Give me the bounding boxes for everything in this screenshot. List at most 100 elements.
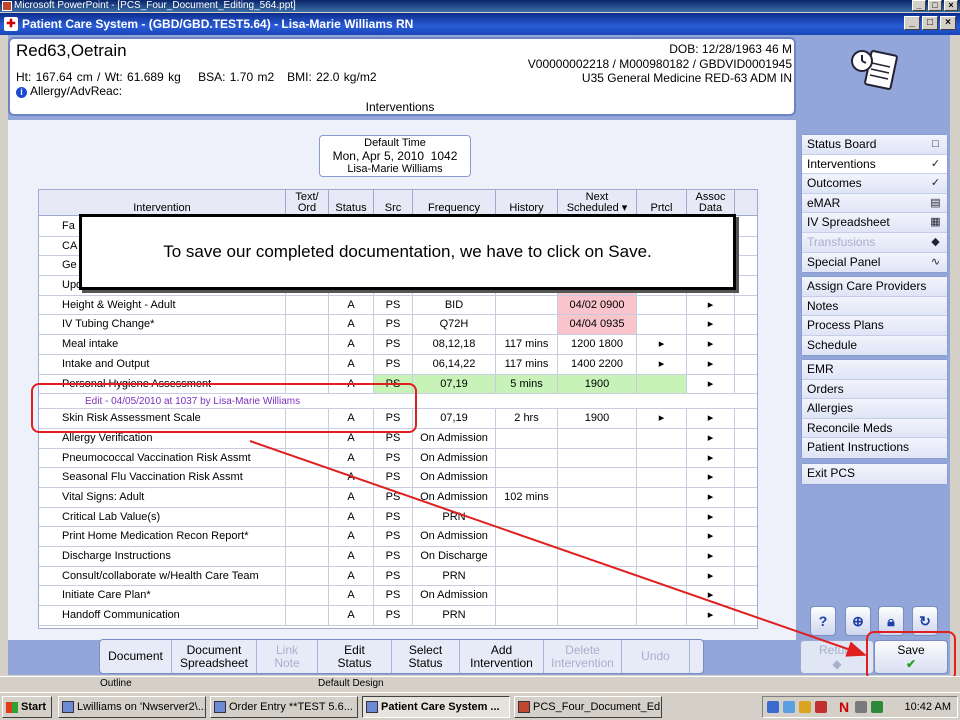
nav-transfusions[interactable]: Transfusions ◆ <box>802 232 947 253</box>
nav-iv-spreadsheet[interactable]: IV Spreadsheet ▦ <box>802 213 947 233</box>
table-cell <box>637 295 687 315</box>
table-row[interactable]: Print Home Medication Recon Report* A PS On… <box>39 527 757 547</box>
powerpoint-window-controls: _ □ × <box>912 0 958 11</box>
return-icon: ◆ <box>832 657 842 671</box>
allergy-line[interactable]: i Allergy/AdvReac: <box>16 84 122 98</box>
nav-icon: ∿ <box>930 255 941 268</box>
nav-group-exit: Exit PCS <box>801 463 948 485</box>
table-row[interactable]: Intake and Output A PS 06,14,22 117 mins 1400… <box>39 354 757 375</box>
nav-allergies[interactable]: Allergies <box>802 399 947 419</box>
table-row[interactable]: Meal intake A PS 08,12,18 117 mins 1200 1800 ▸… <box>39 335 757 355</box>
column-header[interactable]: Text/ Ord <box>286 190 329 215</box>
table-cell <box>637 448 687 468</box>
table-row[interactable]: Seasonal Flu Vaccination Risk Assmt A PS On… <box>39 468 757 488</box>
toolbar-document-spreadsheetbutton[interactable]: Document Spreadsheet <box>172 640 257 673</box>
nav-special-panel[interactable]: Special Panel ∿ <box>802 252 947 273</box>
column-header[interactable]: Prtcl <box>637 190 687 215</box>
nav-orders[interactable]: Orders <box>802 379 947 400</box>
default-time-user: Lisa-Marie Williams <box>347 163 443 175</box>
nav-reconcile-meds[interactable]: Reconcile Meds <box>802 418 947 439</box>
nav-schedule[interactable]: Schedule <box>802 335 947 356</box>
return-button[interactable]: Return ◆ <box>800 640 874 674</box>
tray-alert-icon[interactable] <box>815 701 827 713</box>
table-cell: PRN <box>413 507 496 527</box>
table-cell: On Admission <box>413 527 496 546</box>
nav-interventions[interactable]: Interventions ✓ <box>802 154 947 175</box>
nav-patient-instructions[interactable]: Patient Instructions <box>802 438 947 458</box>
task-label: Order Entry **TEST 5.6... <box>229 701 353 713</box>
table-cell <box>286 295 329 315</box>
table-row[interactable]: Consult/collaborate w/Health Care Team A P… <box>39 566 757 587</box>
minimize-icon[interactable]: _ <box>912 0 926 11</box>
column-header[interactable]: History <box>496 190 558 215</box>
table-cell: On Admission <box>413 487 496 507</box>
toolbar-documentbutton[interactable]: Document <box>100 640 172 673</box>
help-icon[interactable]: ? <box>810 606 836 636</box>
default-time-box[interactable]: Default Time Mon, Apr 5, 2010 1042 Lisa-… <box>319 135 471 177</box>
toolbar-edit-statusbutton[interactable]: Edit Status <box>318 640 392 673</box>
status-outline: Outline <box>100 678 132 689</box>
table-cell: ▸ <box>687 527 735 546</box>
tray-n-icon[interactable]: N <box>839 699 849 715</box>
task-patient-care[interactable]: Patient Care System ... <box>362 696 510 718</box>
table-cell <box>637 606 687 625</box>
nav-emr[interactable]: EMR <box>802 360 947 380</box>
table-row[interactable]: IV Tubing Change* A PS Q72H 04/04 0935 ▸ <box>39 315 757 336</box>
nav-process-plans[interactable]: Process Plans <box>802 316 947 336</box>
tray-network-icon[interactable] <box>783 701 795 713</box>
nav-outcomes[interactable]: Outcomes ✓ <box>802 174 947 194</box>
globe-icon[interactable]: ⊕ <box>845 606 871 636</box>
task-order-entry[interactable]: Order Entry **TEST 5.6... <box>210 696 358 718</box>
table-row[interactable]: Height & Weight - Adult A PS BID 04/02 0900 ▸ <box>39 295 757 316</box>
toolbar-link-notebutton[interactable]: Link Note <box>257 640 318 673</box>
nav-exit-pcs[interactable]: Exit PCS <box>802 464 947 484</box>
column-header[interactable]: Src <box>374 190 413 215</box>
tray-speaker-icon[interactable] <box>871 701 883 713</box>
system-tray: N 10:42 AM <box>762 696 958 718</box>
toolbar-delete-interventionbutton[interactable]: Delete Intervention <box>544 640 622 673</box>
maximize-icon[interactable]: □ <box>928 0 942 11</box>
nav-assign-care-providers[interactable]: Assign Care Providers <box>802 277 947 297</box>
nav-status-board[interactable]: Status Board □ <box>802 135 947 155</box>
table-row[interactable]: Initiate Care Plan* A PS On Admission ▸ <box>39 586 757 607</box>
maximize-icon[interactable]: □ <box>922 16 938 30</box>
column-header[interactable]: Assoc Data <box>687 190 735 215</box>
table-cell: Vital Signs: Adult <box>39 487 286 507</box>
column-header[interactable]: Status <box>329 190 374 215</box>
tray-printer-icon[interactable] <box>855 701 867 713</box>
column-header[interactable]: Intervention <box>39 190 286 215</box>
tray-hand-icon[interactable] <box>767 701 779 713</box>
column-header[interactable]: Next Scheduled ▾ <box>558 190 637 215</box>
table-cell <box>558 586 637 606</box>
tray-security-icon[interactable] <box>799 701 811 713</box>
table-row[interactable]: Pneumococcal Vaccination Risk Assmt A PS On… <box>39 448 757 469</box>
table-cell: A <box>329 468 374 487</box>
table-cell: A <box>329 315 374 335</box>
task-lwilliams[interactable]: Lwilliams on 'Nwserver2\... <box>58 696 206 718</box>
minimize-icon[interactable]: _ <box>904 16 920 30</box>
toolbar-undobutton[interactable]: Undo <box>622 640 690 673</box>
table-row[interactable]: Critical Lab Value(s) A PS PRN ▸ <box>39 507 757 528</box>
table-cell <box>496 315 558 335</box>
table-cell: ▸ <box>637 354 687 374</box>
task-powerpoint[interactable]: PCS_Four_Document_Ed... <box>514 696 662 718</box>
nav-emar[interactable]: eMAR ▤ <box>802 193 947 214</box>
nav-label: Patient Instructions <box>807 440 910 455</box>
start-button[interactable]: Start <box>2 696 52 718</box>
table-row[interactable]: Handoff Communication A PS PRN ▸ <box>39 606 757 626</box>
close-icon[interactable]: × <box>940 16 956 30</box>
table-cell: Meal intake <box>39 335 286 354</box>
toolbar-add-interventionbutton[interactable]: Add Intervention <box>460 640 544 673</box>
table-cell <box>286 468 329 487</box>
table-cell <box>558 566 637 586</box>
toolbar-select-statusbutton[interactable]: Select Status <box>392 640 460 673</box>
column-header[interactable]: Frequency <box>413 190 496 215</box>
screen-title: Interventions <box>365 100 435 114</box>
table-row[interactable]: Vital Signs: Adult A PS On Admission 102 min… <box>39 487 757 508</box>
table-cell: 117 mins <box>496 335 558 354</box>
table-cell: 08,12,18 <box>413 335 496 354</box>
table-cell <box>558 428 637 448</box>
table-row[interactable]: Discharge Instructions A PS On Discharge ▸ <box>39 547 757 567</box>
close-icon[interactable]: × <box>944 0 958 11</box>
nav-notes[interactable]: Notes <box>802 296 947 317</box>
